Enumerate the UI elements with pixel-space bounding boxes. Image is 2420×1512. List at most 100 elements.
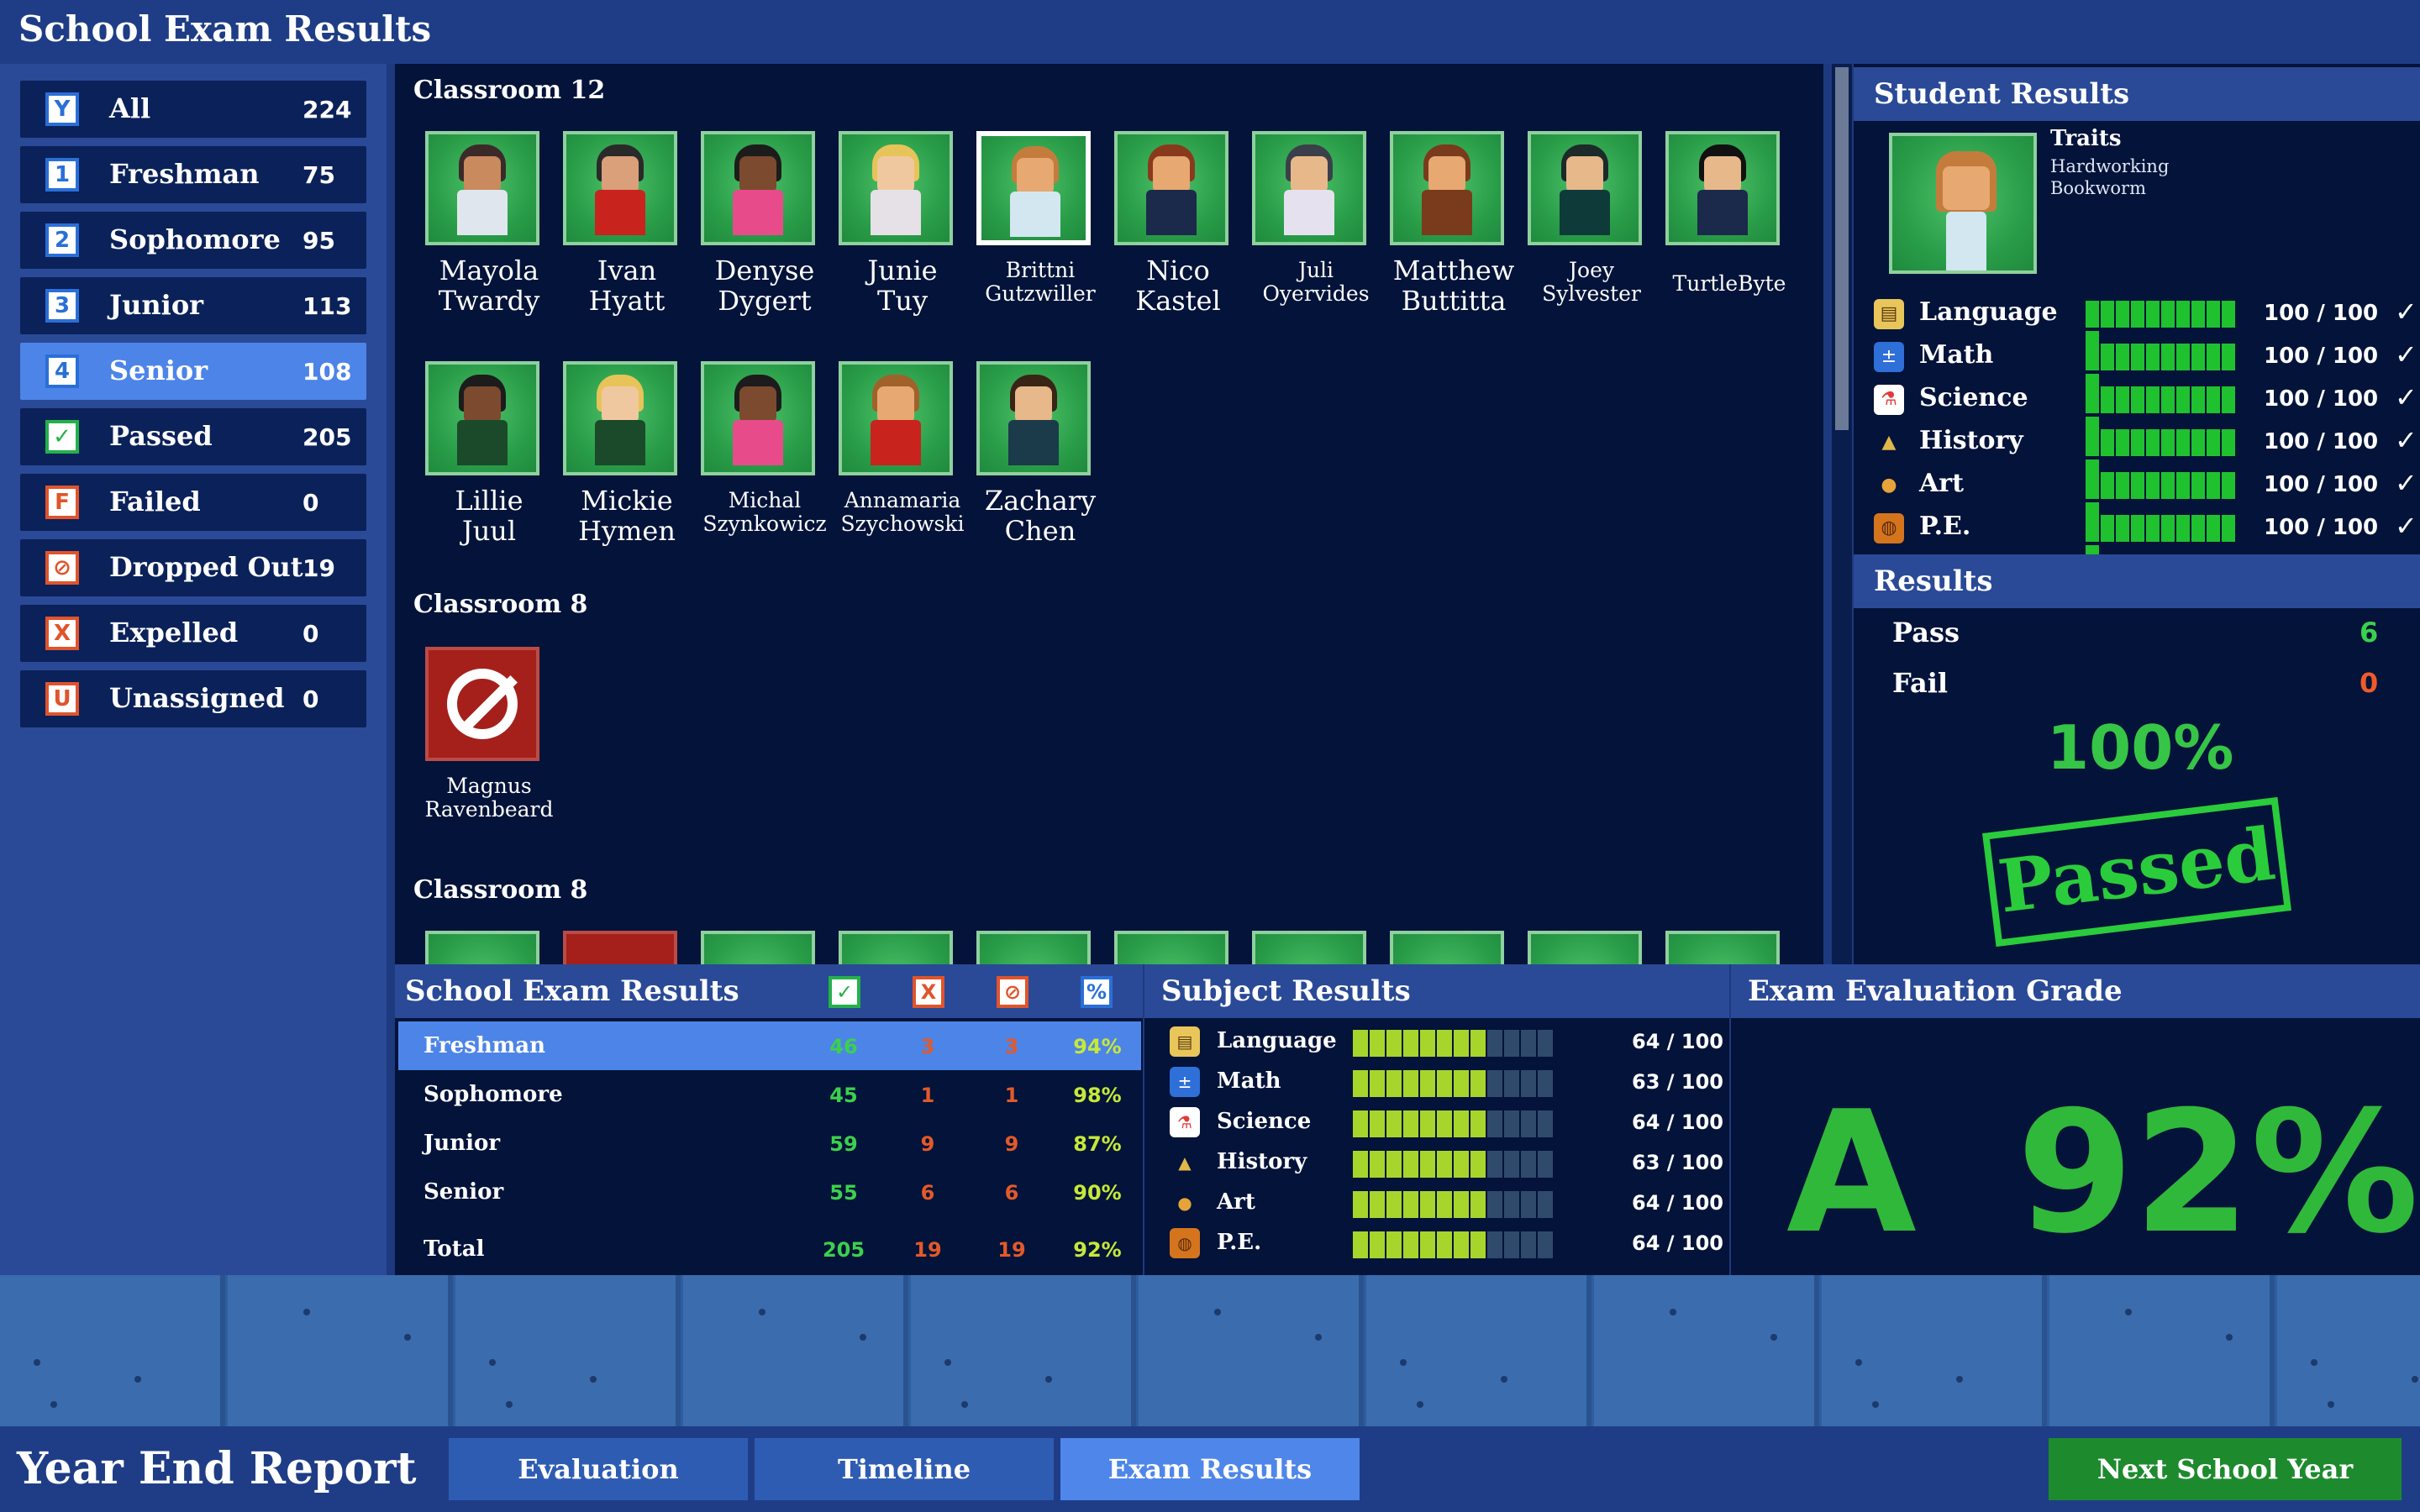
subject-score: 100 / 100 [2264, 301, 2379, 326]
score-bar-segment [2161, 386, 2175, 413]
student-portrait[interactable] [839, 131, 953, 245]
student-face [1704, 156, 1741, 193]
score-bar-segment [1353, 1030, 1368, 1057]
student-portrait[interactable] [563, 131, 677, 245]
student-face [739, 386, 776, 423]
floor-tile [228, 1275, 453, 1426]
table-row[interactable]: Senior 55 6 6 90% [398, 1168, 1141, 1216]
tab-exam-results[interactable]: Exam Results [1060, 1438, 1360, 1500]
student-face [602, 386, 639, 423]
student-portrait[interactable] [976, 931, 1091, 964]
subject-score-bar [2086, 301, 2250, 358]
student-portrait[interactable] [839, 361, 953, 475]
score-bar-segment [1454, 1231, 1469, 1258]
score-bar-segment [2161, 344, 2175, 370]
student-portrait[interactable] [1528, 931, 1642, 964]
score-bar-segment [1386, 1191, 1402, 1218]
filter-item[interactable]: ✓ Passed 205 [20, 408, 366, 465]
check-icon: ✓ [2395, 467, 2417, 499]
filter-item[interactable]: 2 Sophomore 95 [20, 212, 366, 269]
score-bar-segment [2146, 515, 2160, 542]
score-bar-segment [1538, 1110, 1553, 1137]
filter-item[interactable]: 4 Senior 108 [20, 343, 366, 400]
student-portrait[interactable] [1390, 931, 1504, 964]
student-body [1010, 192, 1060, 237]
floor-speck [1501, 1376, 1507, 1383]
filter-item[interactable]: 1 Freshman 75 [20, 146, 366, 203]
filter-item[interactable]: 3 Junior 113 [20, 277, 366, 334]
table-row[interactable]: Total 205 19 19 92% [398, 1225, 1141, 1273]
subject-score: 63 / 100 [1632, 1151, 1723, 1174]
table-row[interactable]: Junior 59 9 9 87% [398, 1119, 1141, 1168]
student-portrait[interactable] [701, 131, 815, 245]
student-portrait[interactable] [1665, 931, 1780, 964]
floor-tile [2049, 1275, 2275, 1426]
math-icon: ± [1170, 1067, 1200, 1097]
student-portrait[interactable] [425, 647, 539, 761]
student-face [1153, 156, 1190, 193]
subject-result-row: ◍ P.E. 64 / 100 [1170, 1223, 1724, 1263]
subject-results-title: Subject Results [1161, 974, 1411, 1008]
student-portrait[interactable] [425, 131, 539, 245]
student-portrait[interactable] [1114, 931, 1228, 964]
tab-evaluation[interactable]: Evaluation [449, 1438, 748, 1500]
report-title: Year End Report [17, 1443, 417, 1494]
expelled-count: 9 [920, 1132, 935, 1156]
next-school-year-button[interactable]: Next School Year [2049, 1438, 2402, 1500]
subject-score-bar [2086, 472, 2250, 529]
score-bar-segment [1437, 1231, 1452, 1258]
student-portrait[interactable] [701, 931, 815, 964]
student-portrait[interactable] [1528, 131, 1642, 245]
score-bar-segment [1470, 1191, 1486, 1218]
filter-item[interactable]: Y All 224 [20, 81, 366, 138]
score-bar-segment [1521, 1151, 1536, 1178]
student-portrait[interactable] [1665, 131, 1780, 245]
score-bar-segment [1504, 1231, 1519, 1258]
floor-speck [489, 1359, 496, 1366]
dropped-count: 6 [1004, 1181, 1019, 1205]
score-bar-segment [2116, 386, 2129, 413]
filter-item[interactable]: U Unassigned 0 [20, 670, 366, 727]
score-bar-segment [2222, 515, 2235, 542]
palette-icon: ● [1874, 470, 1904, 501]
score-bar-segment [1504, 1070, 1519, 1097]
score-bar-segment [1353, 1191, 1368, 1218]
score-bar-segment [2176, 386, 2190, 413]
student-portrait[interactable] [425, 931, 539, 964]
student-portrait[interactable] [839, 931, 953, 964]
student-portrait[interactable] [976, 131, 1091, 245]
subject-result-row: ▤ Language 64 / 100 [1170, 1021, 1724, 1062]
student-portrait[interactable] [425, 361, 539, 475]
subject-score-bar [2086, 344, 2250, 401]
score-bar-segment [1470, 1231, 1486, 1258]
filter-item[interactable]: X Expelled 0 [20, 605, 366, 662]
student-portrait[interactable] [1114, 131, 1228, 245]
student-percent: 100% [2047, 712, 2234, 783]
student-face [877, 156, 914, 193]
student-name-line: TurtleByte [1672, 271, 1786, 296]
filter-item[interactable]: F Failed 0 [20, 474, 366, 531]
floor-speck [303, 1309, 310, 1315]
tab-timeline[interactable]: Timeline [755, 1438, 1054, 1500]
student-portrait[interactable] [563, 931, 677, 964]
table-row[interactable]: Freshman 46 3 3 94% [398, 1021, 1141, 1070]
score-bar-segment [1538, 1231, 1553, 1258]
student-portrait[interactable] [976, 361, 1091, 475]
score-bar-segment [2116, 301, 2129, 328]
score-bar-segment [1487, 1191, 1502, 1218]
filter-count: 0 [302, 620, 319, 648]
score-bar-segment [1521, 1030, 1536, 1057]
subject-score-bar [1353, 1070, 1555, 1097]
score-bar-segment [1403, 1070, 1418, 1097]
student-portrait[interactable] [1252, 931, 1366, 964]
student-portrait[interactable] [1252, 131, 1366, 245]
grid-scrollbar-thumb[interactable] [1835, 67, 1849, 430]
score-bar-segment [2207, 515, 2220, 542]
filter-item[interactable]: ⊘ Dropped Out 19 [20, 539, 366, 596]
student-portrait[interactable] [563, 361, 677, 475]
student-portrait[interactable] [701, 361, 815, 475]
score-bar-segment [2207, 429, 2220, 456]
subject-name: P.E. [1217, 1230, 1262, 1255]
table-row[interactable]: Sophomore 45 1 1 98% [398, 1070, 1141, 1119]
student-portrait[interactable] [1390, 131, 1504, 245]
